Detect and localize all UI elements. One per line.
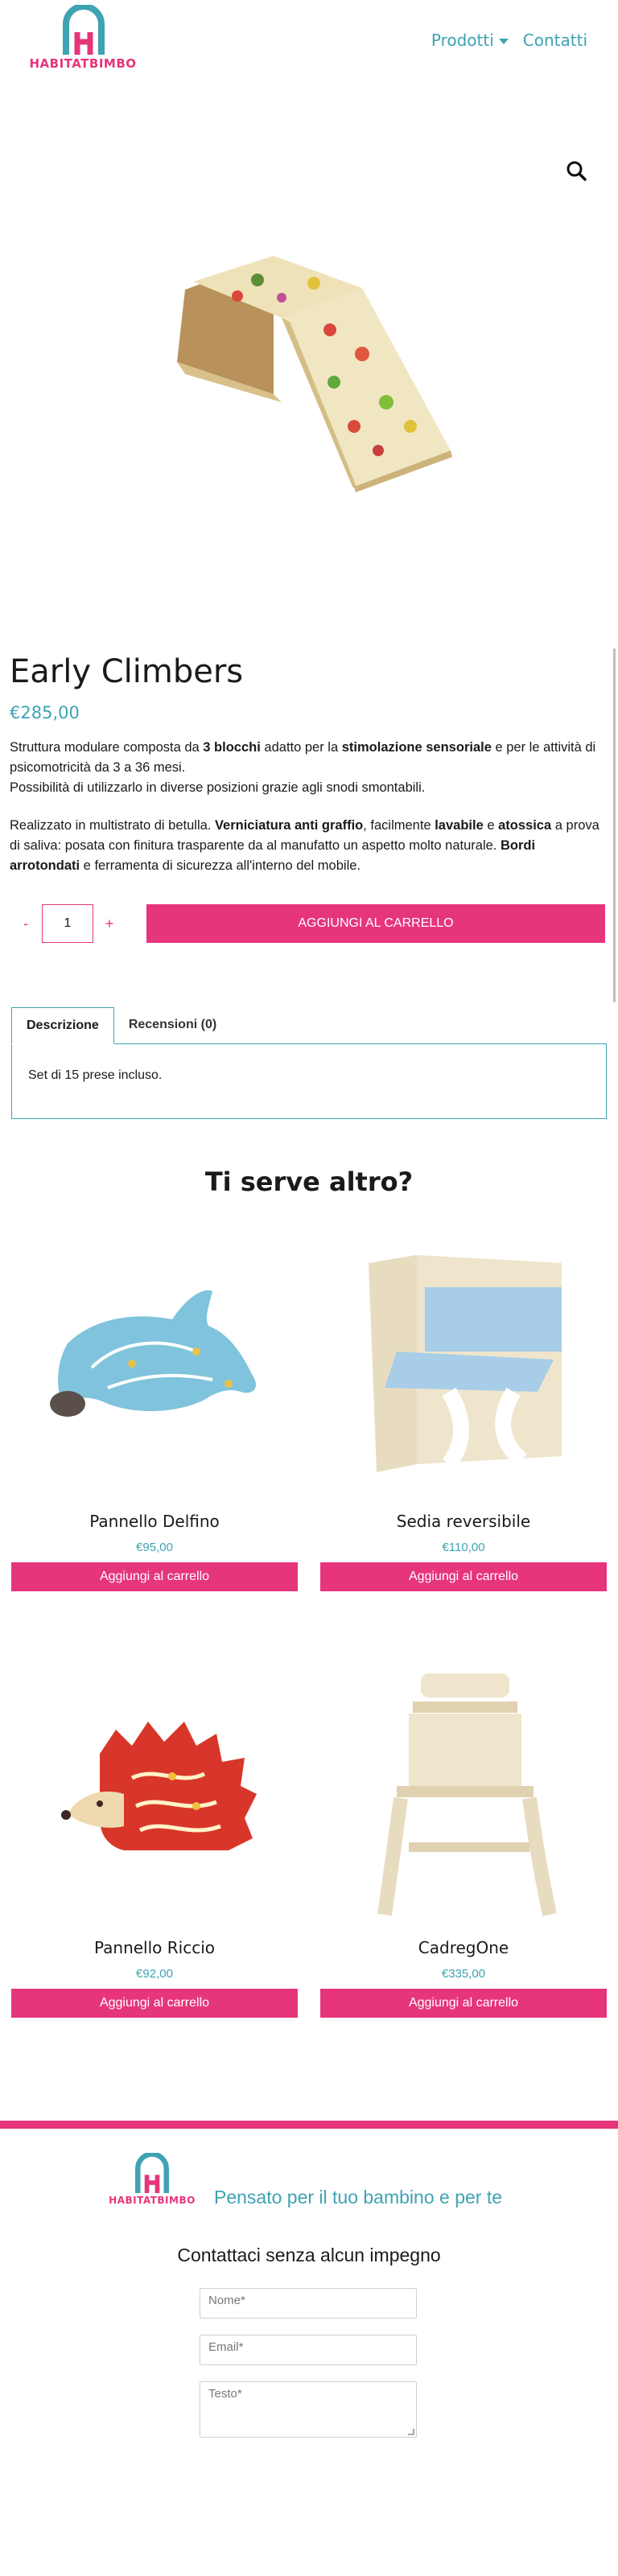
product-card-name[interactable]: Pannello Riccio	[11, 1938, 298, 1957]
resize-handle-icon[interactable]	[408, 2429, 414, 2435]
product-card-price: €92,00	[136, 1967, 173, 1981]
product-description-2: Realizzato in multistrato di betulla. Ve…	[10, 818, 599, 873]
name-field[interactable]: Nome*	[200, 2288, 417, 2319]
message-placeholder: Testo*	[208, 2387, 242, 2401]
logo-house-icon	[135, 2153, 169, 2193]
tab-description[interactable]: Descrizione	[11, 1007, 114, 1044]
scrollbar[interactable]	[613, 648, 616, 1002]
tab-panel-description: Set di 15 prese incluso.	[11, 1043, 607, 1119]
related-title: Ti serve altro?	[204, 1167, 414, 1197]
tab-reviews[interactable]: Recensioni (0)	[114, 1007, 231, 1044]
product-card: Pannello Delfino €95,00 Aggiungi al carr…	[11, 1231, 298, 1591]
product-card: Pannello Riccio €92,00 Aggiungi al carre…	[11, 1657, 298, 2018]
quantity-input[interactable]: 1	[42, 904, 93, 943]
product-tabs: Descrizione Recensioni (0) Set di 15 pre…	[11, 1007, 607, 1119]
footer-logo[interactable]: HABITATBIMBO	[101, 2153, 203, 2211]
product-card-add-button[interactable]: Aggiungi al carrello	[320, 1989, 607, 2018]
product-card-add-button[interactable]: Aggiungi al carrello	[11, 1562, 298, 1591]
product-price: €285,00	[10, 703, 80, 722]
nav-products[interactable]: Prodotti	[431, 31, 509, 50]
product-title: Early Climbers	[10, 653, 244, 690]
product-card-add-button[interactable]: Aggiungi al carrello	[11, 1989, 298, 2018]
logo-house-icon	[63, 5, 105, 55]
contact-title: Contattaci senza alcun impegno	[177, 2245, 441, 2265]
footer-divider	[0, 2121, 618, 2129]
product-description-1: Struttura modulare composta da 3 blocchi…	[10, 740, 596, 795]
main-nav: Prodotti Contatti	[431, 31, 587, 50]
product-card-image[interactable]	[11, 1657, 298, 1923]
product-card-image[interactable]	[11, 1231, 298, 1496]
product-image[interactable]	[145, 241, 483, 531]
chevron-down-icon	[498, 38, 509, 44]
site-header: HABITATBIMBO Prodotti Contatti	[0, 0, 618, 88]
product-card-name[interactable]: Pannello Delfino	[11, 1512, 298, 1531]
footer-tagline: Pensato per il tuo bambino e per te	[214, 2187, 503, 2208]
quantity-decrease-button[interactable]: -	[10, 904, 42, 943]
quantity-increase-button[interactable]: +	[93, 904, 126, 943]
email-field[interactable]: Email*	[200, 2335, 417, 2365]
product-card-name[interactable]: CadregOne	[320, 1938, 607, 1957]
site-logo[interactable]: HABITATBIMBO	[23, 5, 143, 77]
product-card-add-button[interactable]: Aggiungi al carrello	[320, 1562, 607, 1591]
logo-text: HABITATBIMBO	[109, 2195, 196, 2206]
product-card-price: €95,00	[136, 1541, 173, 1554]
product-card-image[interactable]	[320, 1231, 607, 1496]
nav-contacts[interactable]: Contatti	[523, 31, 587, 50]
product-card: CadregOne €335,00 Aggiungi al carrello	[320, 1657, 607, 2018]
product-card-price: €110,00	[442, 1541, 485, 1554]
product-card-price: €335,00	[441, 1967, 486, 1981]
search-icon[interactable]	[563, 158, 591, 185]
product-card-name[interactable]: Sedia reversibile	[320, 1512, 607, 1531]
message-field[interactable]: Testo*	[200, 2381, 417, 2438]
add-to-cart-button[interactable]: AGGIUNGI AL CARRELLO	[146, 904, 605, 943]
nav-products-label: Prodotti	[431, 31, 494, 50]
quantity-stepper: - 1 +	[10, 904, 126, 943]
product-card: Sedia reversibile €110,00 Aggiungi al ca…	[320, 1231, 607, 1591]
logo-text: HABITATBIMBO	[29, 56, 137, 71]
product-card-image[interactable]	[320, 1657, 607, 1923]
